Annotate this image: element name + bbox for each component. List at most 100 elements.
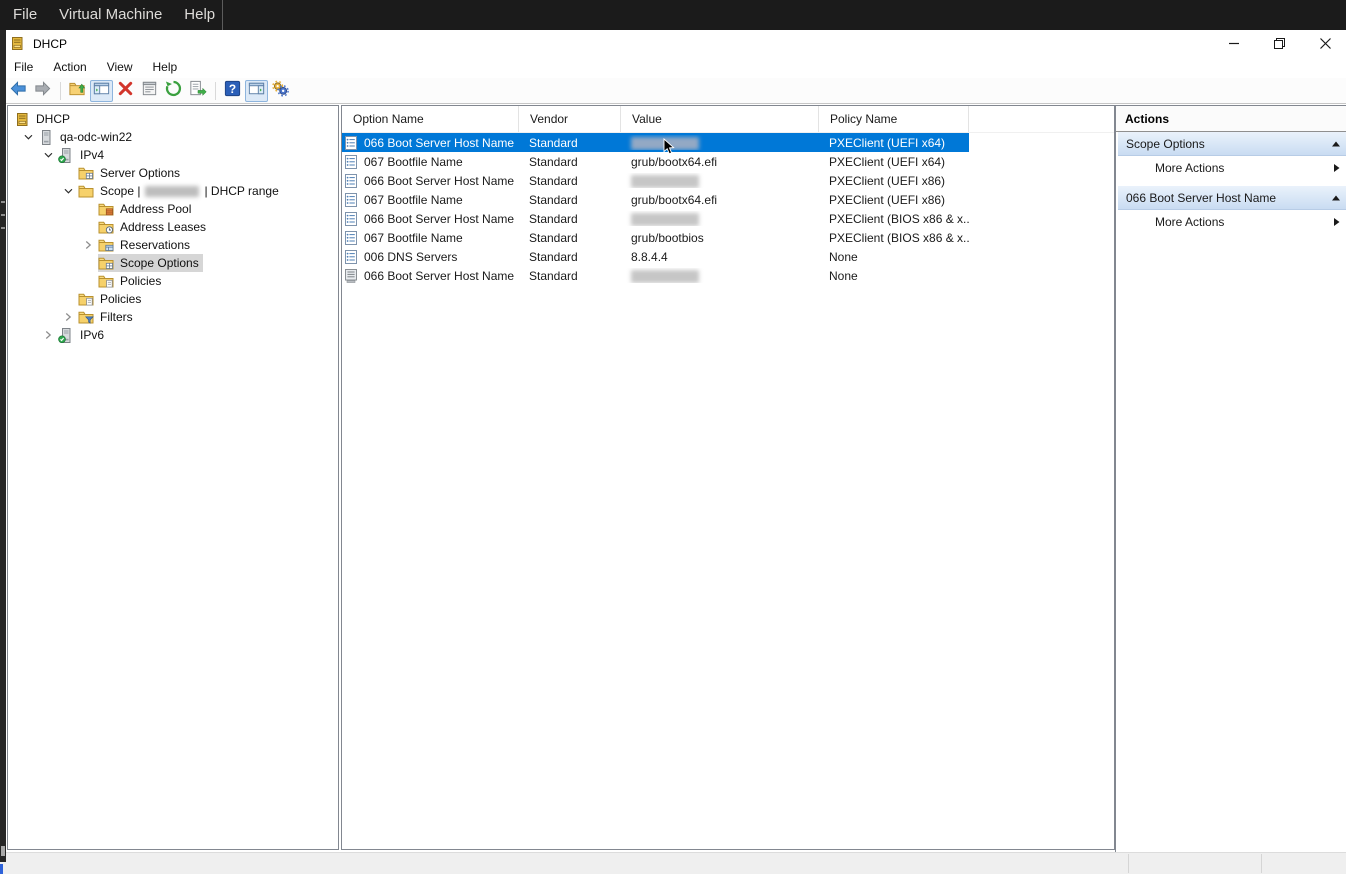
option-name-cell: 066 Boot Server Host Name [342, 212, 519, 226]
vm-menu-file[interactable]: File [0, 0, 48, 30]
expander-blank [78, 254, 98, 272]
tree-item-policies[interactable]: Policies [8, 290, 338, 308]
tree-item-filters[interactable]: Filters [8, 308, 338, 326]
value-cell [621, 135, 819, 149]
tree-item-ipv6[interactable]: IPv6 [8, 326, 338, 344]
tree-item-address-leases[interactable]: Address Leases [8, 218, 338, 236]
show-action-pane-icon [247, 79, 266, 103]
option-icon [345, 250, 359, 264]
tree-item-dhcp[interactable]: DHCP [8, 110, 338, 128]
mmc-toolbar: ? [0, 78, 1346, 104]
list-row[interactable]: 006 DNS ServersStandard8.8.4.4None [342, 247, 969, 266]
menu-file[interactable]: File [0, 57, 43, 78]
folder-grid-icon [78, 165, 98, 181]
chevron-collapsed-icon[interactable] [58, 308, 78, 326]
actions-item-more-actions[interactable]: More Actions [1118, 210, 1346, 234]
actions-pane: Actions Scope OptionsMore Actions066 Boo… [1115, 105, 1346, 852]
tree-item-ipv4[interactable]: IPv4 [8, 146, 338, 164]
tree-item-policies[interactable]: Policies [8, 272, 338, 290]
list-row[interactable]: 066 Boot Server Host NameStandardPXEClie… [342, 209, 969, 228]
chevron-expanded-icon[interactable] [18, 128, 38, 146]
chevron-up-icon[interactable] [1326, 194, 1346, 202]
forward-button[interactable] [31, 80, 54, 102]
policy-name-cell: None [819, 269, 969, 283]
minimize-button[interactable] [1219, 32, 1249, 54]
list-row[interactable]: 066 Boot Server Host NameStandardPXEClie… [342, 133, 969, 152]
mmc-titlebar: DHCP [0, 30, 1346, 57]
properties-icon [140, 79, 159, 103]
properties-button[interactable] [138, 80, 161, 102]
server-option-icon [345, 269, 359, 283]
back-button[interactable] [7, 80, 30, 102]
tree-item-label: Policies [98, 292, 141, 306]
show-action-pane-button[interactable] [245, 80, 268, 102]
tree-item-server-options[interactable]: Server Options [8, 164, 338, 182]
value-cell: grub/bootbios [621, 231, 819, 245]
option-icon [345, 174, 359, 188]
actions-body: Scope OptionsMore Actions066 Boot Server… [1116, 132, 1346, 234]
list-row[interactable]: 067 Bootfile NameStandardgrub/bootx64.ef… [342, 190, 969, 209]
close-button[interactable] [1310, 32, 1340, 54]
tree-item-label: IPv6 [78, 328, 104, 342]
statusbar [0, 852, 1346, 874]
mmc-menubar: FileActionViewHelp [0, 57, 1346, 78]
vm-menu-help[interactable]: Help [173, 0, 226, 30]
column-header-vendor[interactable]: Vendor [519, 106, 621, 132]
actions-section-066-boot-server-host-name: 066 Boot Server Host NameMore Actions [1118, 186, 1346, 234]
up-one-level-button[interactable] [66, 80, 89, 102]
option-name-cell: 067 Bootfile Name [342, 193, 519, 207]
tree-item-label: IPv4 [78, 148, 104, 162]
tree-item-qa-odc-win22[interactable]: qa-odc-win22 [8, 128, 338, 146]
restore-button[interactable] [1264, 32, 1294, 54]
actions-section-header-066-boot-server-host-name[interactable]: 066 Boot Server Host Name [1118, 186, 1346, 210]
tree-item-label: Address Pool [118, 202, 191, 216]
delete-button[interactable] [114, 80, 137, 102]
show-console-tree-button[interactable] [90, 80, 113, 102]
configure-button[interactable] [269, 80, 292, 102]
export-list-button[interactable] [186, 80, 209, 102]
tree-item-scope[interactable]: Scope || DHCP range [8, 182, 338, 200]
redacted-value [631, 213, 699, 226]
tree-item-body-dhcp: DHCP [14, 110, 74, 128]
vm-app-edge-strip [0, 30, 6, 862]
server-check-icon [58, 147, 78, 163]
minimize-icon [1228, 37, 1240, 49]
vendor-cell: Standard [519, 250, 621, 264]
chevron-expanded-icon[interactable] [58, 182, 78, 200]
tree-item-label: Scope || DHCP range [98, 184, 279, 198]
tree-item-scope-options[interactable]: Scope Options [8, 254, 338, 272]
refresh-button[interactable] [162, 80, 185, 102]
actions-item-more-actions[interactable]: More Actions [1118, 156, 1346, 180]
vm-menu-virtual-machine[interactable]: Virtual Machine [48, 0, 173, 30]
chevron-collapsed-icon[interactable] [78, 236, 98, 254]
list-row[interactable]: 067 Bootfile NameStandardgrub/bootx64.ef… [342, 152, 969, 171]
column-header-option-name[interactable]: Option Name [342, 106, 519, 132]
tree-item-body-policies: Policies [78, 290, 145, 308]
list-row[interactable]: 066 Boot Server Host NameStandardPXEClie… [342, 171, 969, 190]
tree-item-label: Reservations [118, 238, 190, 252]
actions-section-header-scope-options[interactable]: Scope Options [1118, 132, 1346, 156]
chevron-collapsed-icon[interactable] [38, 326, 58, 344]
tree-item-body-scope: Scope || DHCP range [78, 182, 283, 200]
mouse-cursor [663, 138, 675, 161]
help-button[interactable]: ? [221, 80, 244, 102]
tree-item-body-filters: Filters [78, 308, 137, 326]
delete-icon [116, 79, 135, 103]
option-icon [345, 212, 359, 226]
expander-blank [78, 272, 98, 290]
menu-action[interactable]: Action [43, 57, 96, 78]
chevron-up-icon[interactable] [1326, 140, 1346, 148]
value-cell [621, 211, 819, 225]
toolbar-separator [215, 82, 216, 100]
menu-help[interactable]: Help [143, 57, 188, 78]
column-header-value[interactable]: Value [621, 106, 819, 132]
menu-view[interactable]: View [97, 57, 143, 78]
list-row[interactable]: 067 Bootfile NameStandardgrub/bootbiosPX… [342, 228, 969, 247]
chevron-expanded-icon[interactable] [38, 146, 58, 164]
list-row[interactable]: 066 Boot Server Host NameStandardNone [342, 266, 969, 285]
toolbar-separator [60, 82, 61, 100]
column-header-policy-name[interactable]: Policy Name [819, 106, 969, 132]
tree-item-reservations[interactable]: Reservations [8, 236, 338, 254]
policy-name-cell: PXEClient (UEFI x86) [819, 193, 969, 207]
tree-item-address-pool[interactable]: Address Pool [8, 200, 338, 218]
